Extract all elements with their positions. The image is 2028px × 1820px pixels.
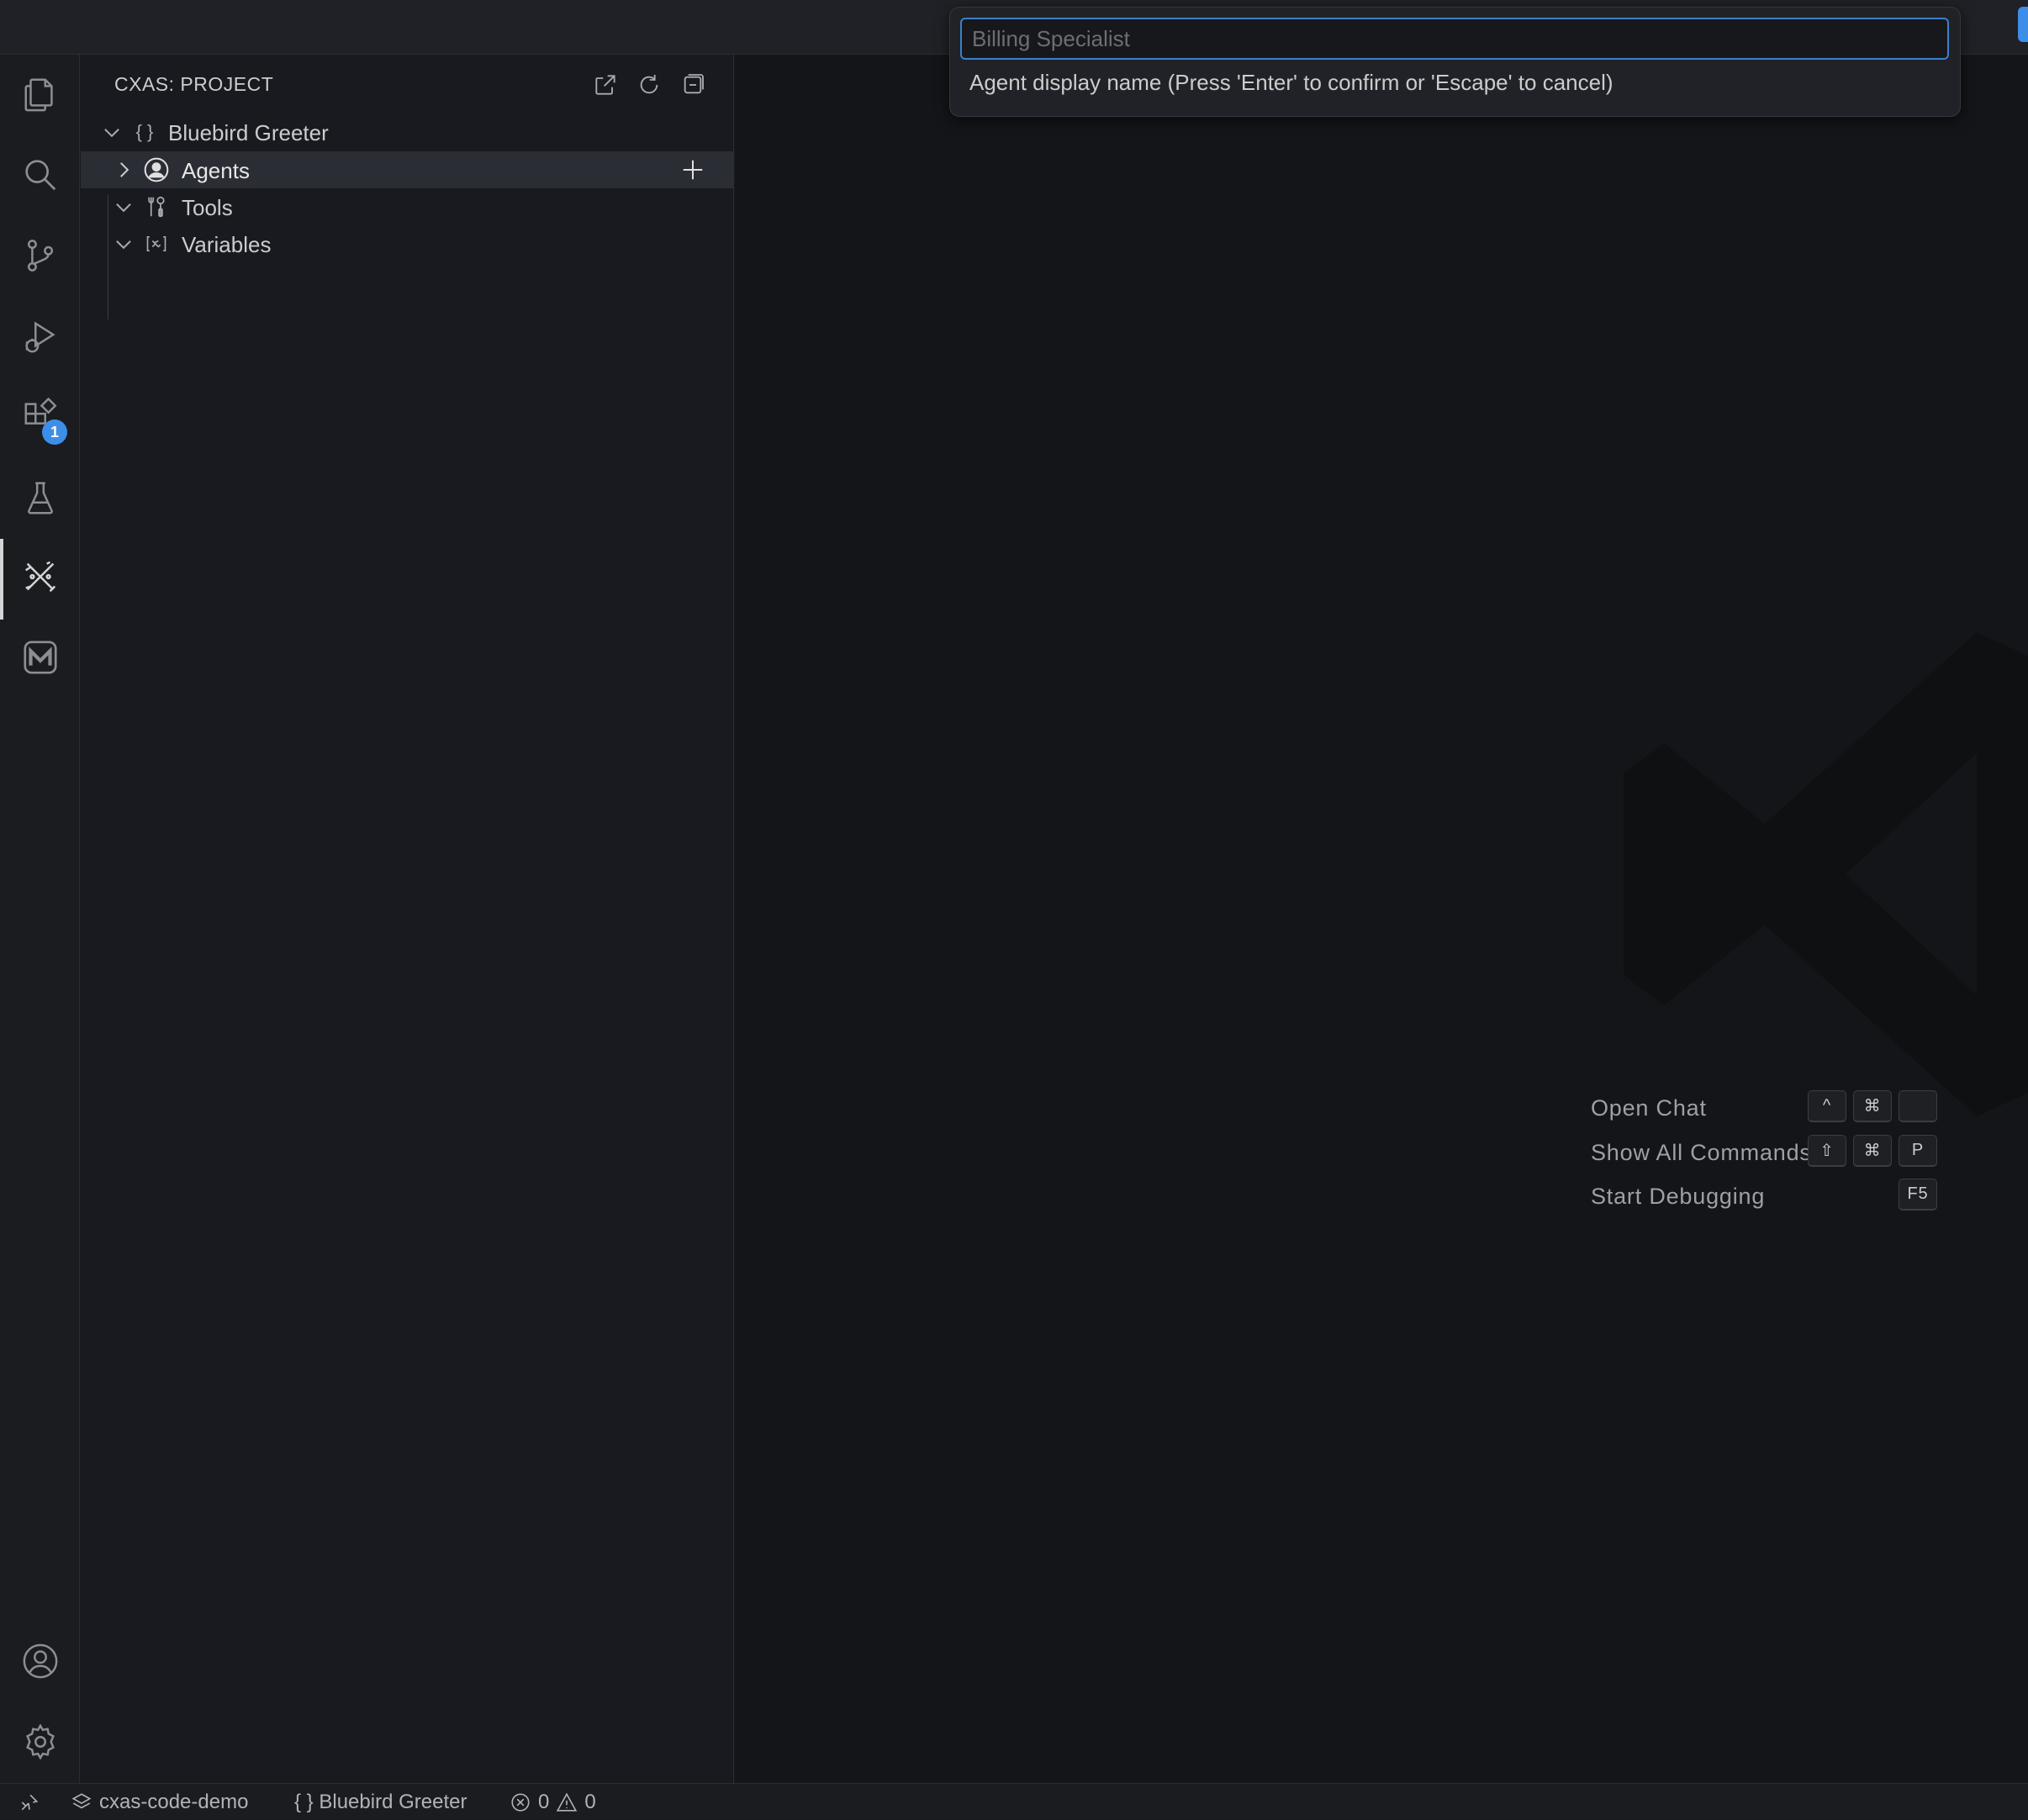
shortcut-key: ^	[1808, 1090, 1846, 1122]
tree-item-label: Variables	[182, 232, 272, 257]
collapse-all-icon[interactable]	[676, 68, 710, 102]
open-external-icon[interactable]	[589, 68, 622, 102]
shortcut-label: Start Debugging	[1591, 1184, 1766, 1209]
settings-gear-icon[interactable]	[0, 1704, 80, 1780]
chevron-down-icon	[104, 129, 119, 138]
tree-item-agents[interactable]: Agents	[81, 151, 734, 188]
extensions-icon[interactable]: 1	[0, 379, 80, 455]
shortcut-key: F5	[1899, 1179, 1937, 1211]
warning-count: 0	[584, 1790, 596, 1813]
shortcut-key: P	[1899, 1135, 1937, 1167]
remote-indicator[interactable]	[18, 1784, 40, 1820]
cxas-icon[interactable]	[0, 539, 80, 620]
agent-name-input[interactable]	[960, 18, 1949, 60]
remote-icon	[21, 1794, 39, 1810]
variable-icon	[143, 230, 170, 257]
status-bar: cxas-code-demo { } Bluebird Greeter 0 0	[0, 1783, 2028, 1819]
shortcut-key: ⌘	[1853, 1090, 1892, 1122]
project-status[interactable]: { } Bluebird Greeter	[294, 1784, 467, 1820]
project-status-label: { } Bluebird Greeter	[294, 1790, 467, 1813]
shortcut-key: ⇧	[1808, 1135, 1846, 1167]
quick-input-widget: Agent display name (Press 'Enter' to con…	[949, 7, 1961, 117]
workspace-name: cxas-code-demo	[99, 1790, 249, 1813]
layers-icon	[71, 1792, 92, 1808]
run-debug-icon[interactable]	[0, 298, 80, 374]
problems-status[interactable]: 0 0	[510, 1784, 596, 1820]
chevron-right-icon	[120, 162, 129, 177]
extensions-badge: 1	[42, 419, 67, 445]
quick-input-edge-button[interactable]	[2018, 7, 2028, 42]
shortcut-label: Show All Commands	[1591, 1140, 1812, 1165]
activity-bar: 1	[0, 55, 80, 1783]
tree-item-project[interactable]: { } Bluebird Greeter	[81, 113, 734, 150]
testing-icon[interactable]	[0, 460, 80, 535]
source-control-icon[interactable]	[0, 218, 80, 293]
workspace-status[interactable]: cxas-code-demo	[71, 1784, 248, 1820]
gemini-app-icon[interactable]	[0, 620, 80, 695]
sidebar-title: CXAS: PROJECT	[114, 73, 274, 95]
tree-item-label: Agents	[182, 158, 250, 183]
explorer-icon[interactable]	[0, 56, 80, 132]
tree-item-label: Tools	[182, 195, 233, 220]
vscode-logo-watermark-icon	[1624, 632, 2028, 1116]
shortcut-start-debugging: Start Debugging F5	[1591, 1179, 2028, 1216]
quick-input-message: Agent display name (Press 'Enter' to con…	[969, 70, 1613, 95]
search-icon[interactable]	[0, 137, 80, 213]
tree-item-variables[interactable]: Variables	[81, 225, 734, 262]
error-icon	[511, 1792, 530, 1812]
braces-icon: { }	[135, 121, 154, 142]
shortcut-label: Open Chat	[1591, 1095, 1707, 1121]
shortcut-key	[1899, 1090, 1937, 1122]
chevron-down-icon	[116, 240, 131, 250]
shortcut-show-all-commands: Show All Commands ⇧ ⌘ P	[1591, 1135, 2028, 1172]
warning-icon	[557, 1792, 578, 1812]
plus-icon	[683, 160, 703, 180]
refresh-icon[interactable]	[632, 68, 666, 102]
tree-item-tools[interactable]: Tools	[81, 188, 734, 225]
shortcut-key: ⌘	[1853, 1135, 1892, 1167]
project-name: Bluebird Greeter	[168, 120, 329, 145]
sidebar: CXAS: PROJECT { } Bluebird Greeter Agent…	[81, 55, 734, 1783]
chevron-down-icon	[116, 203, 131, 213]
editor-area: Open Chat ^ ⌘ Show All Commands ⇧ ⌘ P St…	[735, 55, 2028, 1783]
tools-icon	[143, 193, 170, 220]
error-count: 0	[538, 1790, 550, 1813]
shortcut-open-chat: Open Chat ^ ⌘	[1591, 1090, 2028, 1127]
add-agent-button[interactable]	[676, 153, 710, 187]
sidebar-header: CXAS: PROJECT	[81, 55, 734, 115]
person-circle-icon	[143, 156, 170, 183]
accounts-icon[interactable]	[0, 1623, 80, 1699]
